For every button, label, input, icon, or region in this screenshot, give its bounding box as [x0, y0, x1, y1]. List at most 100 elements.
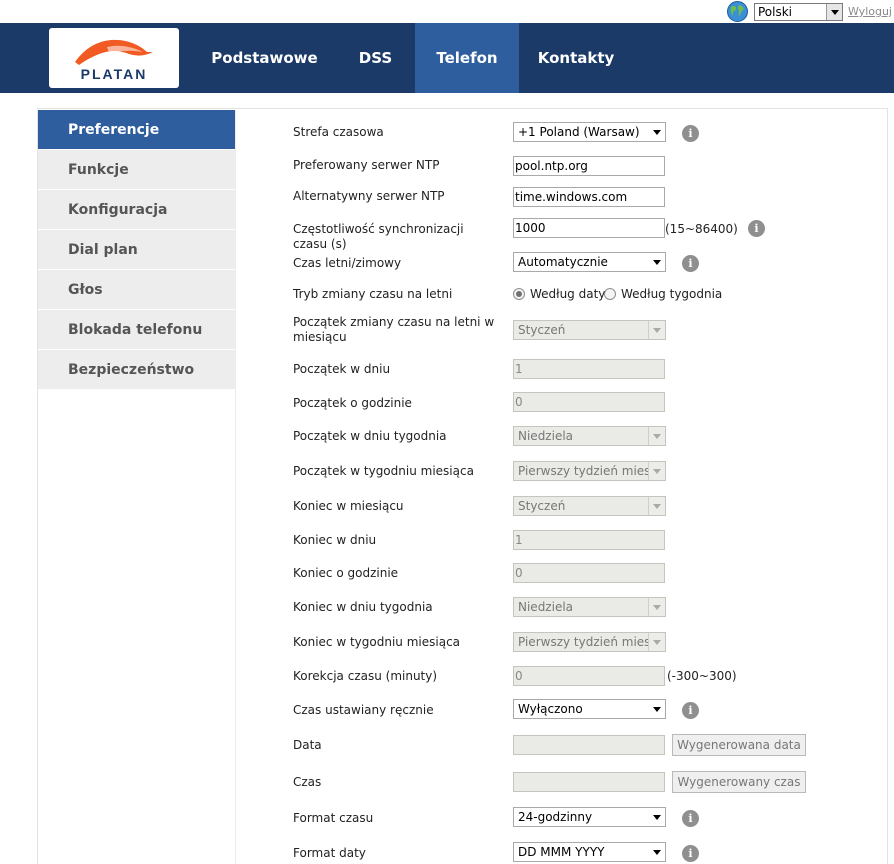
sidebar-item-funkcje[interactable]: Funkcje	[38, 150, 235, 190]
chevron-down-icon	[648, 633, 665, 651]
logout-link[interactable]: Wyloguj	[848, 5, 892, 18]
chevron-down-icon	[826, 4, 842, 20]
chevron-down-icon	[648, 598, 665, 616]
start-day-label: Początek w dniu	[293, 362, 391, 376]
offset-input[interactable]: 0	[513, 666, 665, 686]
start-month-value: Styczeń	[518, 323, 566, 337]
start-hour-label: Początek o godzinie	[293, 396, 412, 410]
end-month-label: Koniec w miesiącu	[293, 499, 404, 513]
radio-by-date[interactable]	[513, 288, 525, 300]
chevron-down-icon	[653, 815, 661, 820]
sidebar-item-bezpieczenstwo[interactable]: Bezpieczeństwo	[38, 350, 235, 390]
nav-podstawowe[interactable]: Podstawowe	[199, 23, 330, 93]
timezone-label: Strefa czasowa	[293, 125, 384, 139]
globe-icon	[727, 1, 748, 22]
manual-time-select[interactable]: Wyłączono	[513, 699, 666, 719]
ntp-primary-label: Preferowany serwer NTP	[293, 158, 440, 172]
nav-dss[interactable]: DSS	[338, 23, 413, 93]
date-format-select[interactable]: DD MMM YYYY	[513, 842, 666, 862]
sidebar: Preferencje Funkcje Konfiguracja Dial pl…	[38, 110, 235, 390]
nav-kontakty[interactable]: Kontakty	[522, 23, 630, 93]
end-weekday-value: Niedziela	[518, 600, 574, 614]
time-input[interactable]	[513, 772, 665, 792]
start-week-select[interactable]: Pierwszy tydzień miesi	[513, 461, 666, 481]
radio-by-date-label: Według daty	[530, 287, 606, 301]
sidebar-item-konfiguracja[interactable]: Konfiguracja	[38, 190, 235, 230]
dst-mode-label: Tryb zmiany czasu na letni	[293, 287, 453, 301]
sidebar-divider	[235, 110, 236, 864]
radio-by-week[interactable]	[604, 288, 616, 300]
offset-label: Korekcja czasu (minuty)	[293, 669, 438, 683]
language-value: Polski	[758, 5, 793, 19]
ntp-alt-input[interactable]: time.windows.com	[513, 187, 665, 207]
sidebar-item-blokada-telefonu[interactable]: Blokada telefonu	[38, 310, 235, 350]
sidebar-item-dial-plan[interactable]: Dial plan	[38, 230, 235, 270]
info-icon[interactable]: i	[682, 125, 699, 142]
info-icon[interactable]: i	[682, 810, 699, 827]
dst-select[interactable]: Automatycznie	[513, 252, 666, 272]
start-day-input[interactable]: 1	[513, 359, 665, 379]
chevron-down-icon	[653, 130, 661, 135]
end-weekday-select[interactable]: Niedziela	[513, 597, 666, 617]
start-month-select[interactable]: Styczeń	[513, 320, 666, 340]
time-label: Czas	[293, 775, 322, 789]
end-week-value: Pierwszy tydzień miesi	[518, 635, 654, 649]
start-weekday-value: Niedziela	[518, 429, 574, 443]
dst-value: Automatycznie	[518, 255, 608, 269]
chevron-down-icon	[648, 497, 665, 515]
end-weekday-label: Koniec w dniu tygodnia	[293, 600, 433, 614]
start-hour-input[interactable]: 0	[513, 392, 665, 412]
info-icon[interactable]: i	[748, 220, 765, 237]
info-icon[interactable]: i	[682, 845, 699, 862]
ntp-alt-label: Alternatywny serwer NTP	[293, 189, 445, 203]
chevron-down-icon	[653, 260, 661, 265]
time-format-select[interactable]: 24-godzinny	[513, 807, 666, 827]
timezone-select[interactable]: +1 Poland (Warsaw)	[513, 122, 666, 142]
end-week-select[interactable]: Pierwszy tydzień miesi	[513, 632, 666, 652]
manual-time-label: Czas ustawiany ręcznie	[293, 703, 434, 717]
end-hour-input[interactable]: 0	[513, 563, 665, 583]
generate-date-button[interactable]: Wygenerowana data	[672, 734, 806, 756]
sidebar-item-preferencje[interactable]: Preferencje	[38, 110, 235, 150]
info-icon[interactable]: i	[682, 702, 699, 719]
chevron-down-icon	[653, 850, 661, 855]
nav-telefon[interactable]: Telefon	[415, 23, 519, 93]
sync-freq-input[interactable]: 1000	[513, 218, 665, 238]
timezone-value: +1 Poland (Warsaw)	[518, 125, 640, 139]
start-weekday-select[interactable]: Niedziela	[513, 426, 666, 446]
platan-logo: PLATAN	[49, 28, 179, 88]
start-weekday-label: Początek w dniu tygodnia	[293, 429, 447, 443]
manual-time-value: Wyłączono	[518, 702, 583, 716]
top-bar: Polski Wyloguj	[0, 0, 894, 23]
start-week-value: Pierwszy tydzień miesi	[518, 464, 654, 478]
start-month-label: Początek zmiany czasu na letni w miesiąc…	[293, 315, 495, 344]
ntp-primary-input[interactable]: pool.ntp.org	[513, 156, 665, 176]
chevron-down-icon	[648, 462, 665, 480]
date-input[interactable]	[513, 735, 665, 755]
sidebar-item-glos[interactable]: Głos	[38, 270, 235, 310]
time-format-value: 24-godzinny	[518, 810, 593, 824]
chevron-down-icon	[653, 707, 661, 712]
sync-freq-label: Częstotliwość synchronizacji czasu (s)	[293, 222, 464, 251]
sync-freq-hint: (15~86400)	[665, 222, 738, 236]
radio-by-week-label: Według tygodnia	[621, 287, 723, 301]
date-format-label: Format daty	[293, 846, 366, 860]
dst-label: Czas letni/zimowy	[293, 256, 402, 270]
date-format-value: DD MMM YYYY	[518, 845, 605, 859]
offset-hint: (-300~300)	[667, 669, 737, 683]
end-month-select[interactable]: Styczeń	[513, 496, 666, 516]
end-day-input[interactable]: 1	[513, 530, 665, 550]
date-label: Data	[293, 738, 322, 752]
end-week-label: Koniec w tygodniu miesiąca	[293, 635, 461, 649]
info-icon[interactable]: i	[682, 255, 699, 272]
end-hour-label: Koniec o godzinie	[293, 566, 399, 580]
chevron-down-icon	[648, 321, 665, 339]
time-format-label: Format czasu	[293, 811, 374, 825]
chevron-down-icon	[648, 427, 665, 445]
end-month-value: Styczeń	[518, 499, 566, 513]
generate-time-button[interactable]: Wygenerowany czas	[672, 771, 806, 793]
start-week-label: Początek w tygodniu miesiąca	[293, 464, 474, 478]
logo-text: PLATAN	[81, 66, 148, 82]
end-day-label: Koniec w dniu	[293, 533, 377, 547]
language-select[interactable]: Polski	[754, 3, 843, 21]
